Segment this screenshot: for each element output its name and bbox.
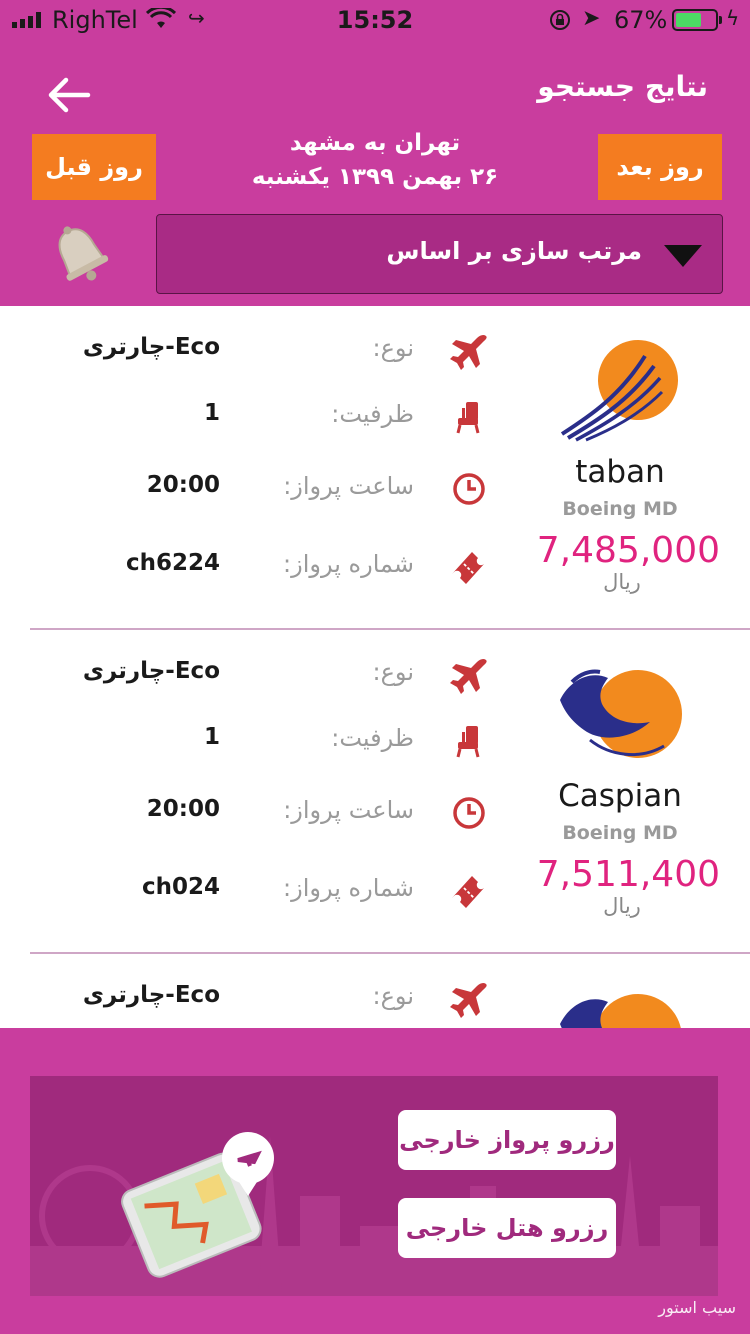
airplane-icon: [450, 334, 487, 370]
charging-icon: ϟ: [726, 6, 740, 30]
flight-number-value: ch6224: [125, 550, 220, 576]
bottom-panel: رزرو پرواز خارجی رزرو هتل خارجی سیب استو…: [0, 1028, 750, 1334]
flight-card[interactable]: taban Boeing MD 7,485,000 ریال چارتری-Ec…: [0, 306, 750, 630]
location-icon: ➤: [582, 6, 601, 31]
flight-card[interactable]: Caspian Boeing MD 7,511,400 ریال چارتری-…: [0, 630, 750, 954]
watermark: سیب استور: [658, 1298, 736, 1317]
battery-percent: 67%: [614, 6, 668, 34]
time-row: 20:00 ساعت پرواز:: [0, 796, 500, 846]
flight-number-row: ch6224 شماره پرواز:: [0, 550, 500, 600]
route-cities: تهران به مشهد: [289, 130, 461, 156]
sort-label: مرتب سازی بر اساس: [386, 237, 642, 265]
time-row: 20:00 ساعت پرواز:: [0, 472, 500, 522]
status-bar: RighTel ↪ 15:52 ➤ 67% ϟ: [0, 0, 750, 40]
capacity-value: 1: [203, 724, 220, 750]
seat-icon: [456, 402, 480, 434]
currency: ریال: [603, 570, 641, 594]
flight-card[interactable]: چارتری-Eco نوع:: [0, 954, 750, 1028]
airline-name: taban: [575, 454, 665, 490]
capacity-row: 1 ظرفیت:: [0, 724, 500, 774]
bell-icon[interactable]: [48, 220, 114, 292]
page-title: نتایج جستجو: [537, 70, 708, 103]
dropdown-caret-icon: [664, 245, 702, 267]
flight-number-value: ch024: [141, 874, 220, 900]
aircraft-type: Boeing MD: [562, 822, 678, 844]
price: 7,485,000: [536, 530, 720, 571]
rotation-lock-icon: [548, 8, 572, 38]
aircraft-type: Boeing MD: [562, 498, 678, 520]
time-label: ساعت پرواز:: [283, 796, 414, 824]
airplane-icon: [450, 982, 487, 1018]
time-value: 20:00: [146, 472, 220, 498]
ticket-icon: [452, 876, 484, 908]
back-button[interactable]: [46, 72, 92, 118]
header: نتایج جستجو روز قبل روز بعد تهران به مشه…: [0, 40, 750, 306]
flight-type-row: چارتری-Eco نوع:: [0, 982, 500, 1028]
price: 7,511,400: [536, 854, 720, 895]
capacity-row: 1 ظرفیت:: [0, 400, 500, 450]
capacity-value: 1: [203, 400, 220, 426]
flight-type-label: نوع:: [372, 334, 414, 362]
flight-type-value: چارتری-Eco: [82, 982, 220, 1008]
back-arrow-icon: [48, 77, 91, 113]
route-date: ۲۶ بهمن ۱۳۹۹ یکشنبه: [251, 164, 499, 190]
promo-banner: رزرو پرواز خارجی رزرو هتل خارجی: [30, 1076, 718, 1296]
sort-dropdown[interactable]: مرتب سازی بر اساس: [156, 214, 723, 294]
flight-type-label: نوع:: [372, 982, 414, 1010]
flight-type-row: چارتری-Eco نوع:: [0, 658, 500, 708]
time-value: 20:00: [146, 796, 220, 822]
prev-day-button[interactable]: روز قبل: [32, 134, 156, 200]
caspian-logo-icon: [560, 669, 682, 758]
flight-type-value: چارتری-Eco: [82, 334, 220, 360]
capacity-label: ظرفیت:: [331, 724, 414, 752]
flight-type-row: چارتری-Eco نوع:: [0, 334, 500, 384]
flight-number-label: شماره پرواز:: [283, 874, 414, 902]
battery-tip: [719, 16, 722, 24]
flight-number-label: شماره پرواز:: [283, 550, 414, 578]
book-international-hotel-button[interactable]: رزرو هتل خارجی: [398, 1198, 616, 1258]
seat-icon: [456, 726, 480, 758]
flight-type-value: چارتری-Eco: [82, 658, 220, 684]
currency: ریال: [603, 894, 641, 918]
capacity-label: ظرفیت:: [331, 400, 414, 428]
next-day-button[interactable]: روز بعد: [598, 134, 722, 200]
book-international-flight-button[interactable]: رزرو پرواز خارجی: [398, 1110, 616, 1170]
time-label: ساعت پرواز:: [283, 472, 414, 500]
phone-map-graphic: [121, 1132, 274, 1278]
caspian-logo-icon: [560, 994, 681, 1028]
flight-type-label: نوع:: [372, 658, 414, 686]
clock-icon: [453, 473, 485, 505]
route-info: تهران به مشهد ۲۶ بهمن ۱۳۹۹ یکشنبه: [200, 126, 550, 194]
airplane-icon: [450, 658, 487, 694]
results-list: taban Boeing MD 7,485,000 ریال چارتری-Ec…: [0, 306, 750, 1028]
clock-icon: [453, 797, 485, 829]
airline-name: Caspian: [558, 778, 682, 814]
ticket-icon: [452, 552, 484, 584]
taban-logo-icon: [560, 340, 678, 442]
battery-icon: [672, 9, 718, 31]
flight-number-row: ch024 شماره پرواز:: [0, 874, 500, 924]
